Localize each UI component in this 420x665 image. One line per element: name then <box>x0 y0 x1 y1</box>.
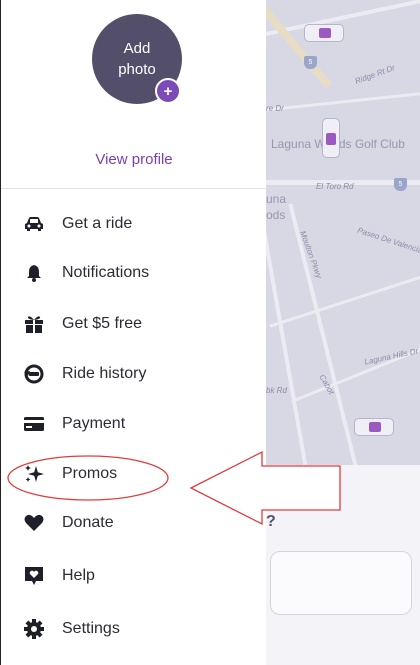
menu-item-label: Notifications <box>62 264 150 281</box>
freeway-shield: 5 <box>394 178 407 191</box>
map-road <box>269 275 420 328</box>
menu-item-notifications[interactable]: Notifications <box>1 253 267 293</box>
freeway-shield: 5 <box>304 56 317 69</box>
panel-question-fragment: ? <box>266 513 276 530</box>
gift-icon <box>23 313 45 335</box>
menu-item-label: Ride history <box>62 365 147 382</box>
menu-item-donate[interactable]: Donate <box>1 503 267 543</box>
menu-item-label: Get $5 free <box>62 315 143 332</box>
car-marker <box>354 418 394 436</box>
map-road <box>266 91 420 112</box>
map-label: Ridge Rt Dr <box>353 63 397 86</box>
map-label: El Toro Rd <box>316 182 354 191</box>
history-icon <box>23 363 45 385</box>
credit-card-icon <box>23 413 45 435</box>
car-icon <box>23 213 45 235</box>
menu-item-help[interactable]: Help <box>1 556 267 596</box>
menu-item-get-a-ride[interactable]: Get a ride <box>1 204 267 244</box>
car-marker <box>322 118 340 158</box>
menu-item-payment[interactable]: Payment <box>1 404 267 444</box>
menu-item-label: Promos <box>62 465 118 482</box>
sparkle-icon <box>23 463 45 485</box>
gear-icon <box>23 618 45 640</box>
ride-request-panel: ? <box>266 465 420 665</box>
add-photo-plus-icon[interactable]: + <box>155 78 181 104</box>
map-label: re Dr <box>266 104 284 113</box>
menu-item-label: Payment <box>62 415 126 432</box>
destination-input[interactable] <box>270 551 412 615</box>
add-photo-label-line2: photo <box>118 61 156 78</box>
menu-item-get-5-free[interactable]: Get $5 free <box>1 304 267 344</box>
heart-icon <box>23 512 45 534</box>
menu-item-label: Help <box>62 567 95 584</box>
map-label: Paseo De Valencia <box>356 225 420 256</box>
map-label: una <box>266 192 287 206</box>
menu-item-label: Donate <box>62 514 114 531</box>
car-marker <box>304 24 344 42</box>
menu-item-label: Get a ride <box>62 215 133 232</box>
view-profile-link[interactable]: View profile <box>1 151 267 168</box>
map-label: Laguna Hills Dr <box>363 346 420 367</box>
bell-icon <box>23 262 45 284</box>
menu-item-ride-history[interactable]: Ride history <box>1 354 267 394</box>
menu-item-settings[interactable]: Settings <box>1 609 267 649</box>
map-freeway <box>266 0 332 89</box>
menu-item-promos[interactable]: Promos <box>1 454 267 494</box>
map-label: bk Rd <box>266 386 287 395</box>
side-drawer: Add photo + View profile Get a ride Noti… <box>0 0 267 665</box>
help-chat-icon <box>23 565 45 587</box>
divider <box>1 188 267 189</box>
map-label: ods <box>266 208 286 222</box>
menu-item-label: Settings <box>62 620 120 637</box>
add-photo-label-line1: Add <box>123 40 151 57</box>
